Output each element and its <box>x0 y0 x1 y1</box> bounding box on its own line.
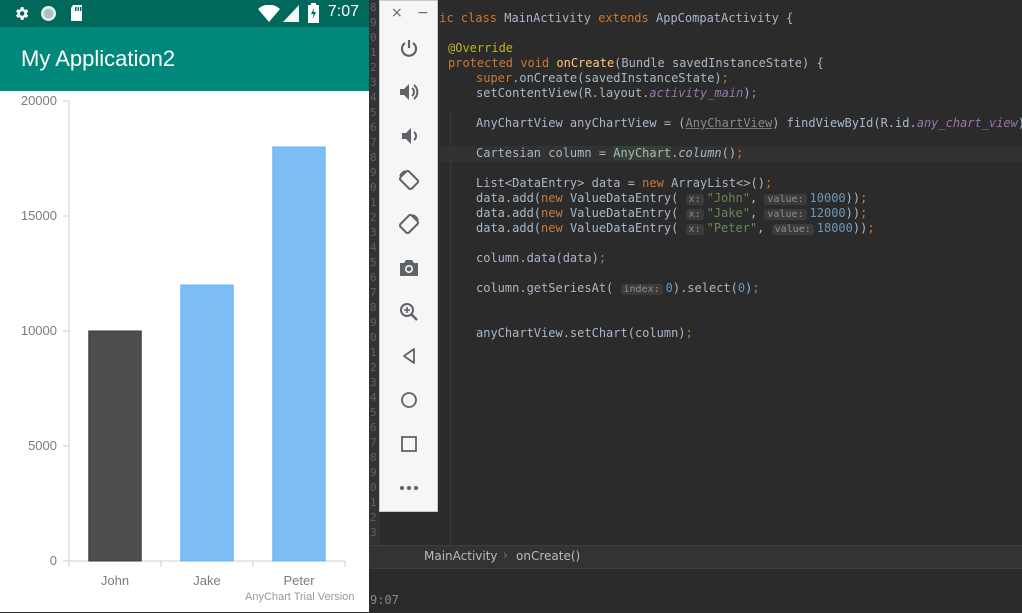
emulator-screen[interactable]: 7:07 My Application2 0 5000 10000 15000 2000… <box>0 0 369 612</box>
y-tick-label: 15000 <box>21 208 57 223</box>
log-timestamp: 9:07 <box>370 593 399 607</box>
emulator-toolbar: × − <box>379 0 438 512</box>
trial-watermark: AnyChart Trial Version <box>245 591 355 603</box>
app-bar: My Application2 <box>0 27 369 91</box>
home-button[interactable] <box>380 385 437 415</box>
zoom-button[interactable] <box>380 297 437 327</box>
app-title: My Application2 <box>21 46 176 71</box>
x-tick-label: John <box>101 573 129 588</box>
sd-card-icon <box>71 5 82 21</box>
code-line-data-add: data.add(new ValueDataEntry( x: "John", v… <box>476 191 868 205</box>
power-icon <box>400 40 417 57</box>
code-text[interactable]: lic class MainActivity extends AppCompat… <box>432 11 1022 340</box>
y-tick-label: 0 <box>50 553 57 568</box>
code-line-column-data: column.data(data); <box>476 251 607 265</box>
overview-icon <box>400 436 417 452</box>
volume-down-button[interactable] <box>380 121 437 151</box>
sync-circle-icon <box>41 6 56 21</box>
code-line-class: lic class MainActivity extends AppCompat… <box>432 11 794 25</box>
lower-panel: 9:07 <box>368 568 1022 613</box>
wifi-icon <box>258 5 280 22</box>
y-tick-label: 20000 <box>21 93 57 108</box>
y-tick-label: 5000 <box>28 438 57 453</box>
bar-peter[interactable] <box>272 146 326 562</box>
more-button[interactable] <box>380 473 437 503</box>
bar-john[interactable] <box>88 330 142 562</box>
more-icon <box>399 486 418 490</box>
code-line-list: List<DataEntry> data = new ArrayList<>()… <box>476 176 773 190</box>
code-line-setchart: anyChartView.setChart(column); <box>476 326 693 340</box>
back-button[interactable] <box>380 341 437 371</box>
code-line-data-add: data.add(new ValueDataEntry( x: "Jake", v… <box>476 206 868 220</box>
breadcrumb-separator-icon: › <box>503 548 508 562</box>
bar-jake[interactable] <box>180 284 234 562</box>
breadcrumb-class[interactable]: MainActivity <box>424 549 498 563</box>
overview-button[interactable] <box>380 429 437 459</box>
column-chart[interactable]: 0 5000 10000 15000 20000 John Jake Peter <box>0 91 369 612</box>
settings-icon <box>16 7 29 20</box>
back-icon <box>402 348 415 364</box>
volume-up-icon <box>399 84 418 100</box>
volume-up-button[interactable] <box>380 77 437 107</box>
code-line-findview: AnyChartView anyChartView = (AnyChartVie… <box>476 116 1022 130</box>
rotate-right-icon <box>398 213 419 235</box>
any-chart-view[interactable]: 0 5000 10000 15000 20000 John Jake Peter AnyCha… <box>0 91 369 612</box>
screenshot-button[interactable] <box>380 253 437 283</box>
rotate-right-button[interactable] <box>380 209 437 239</box>
breadcrumb-method[interactable]: onCreate() <box>516 549 580 563</box>
minimize-button[interactable]: − <box>417 5 429 21</box>
status-time: 7:07 <box>327 3 359 20</box>
line-number: 2 <box>370 511 377 524</box>
x-tick-label: Peter <box>283 573 315 588</box>
status-bar: 7:07 <box>0 0 369 27</box>
zoom-icon <box>399 303 418 321</box>
x-tick-label: Jake <box>193 573 220 588</box>
code-line-cartesian: Cartesian column = AnyChart.column(); <box>476 146 744 160</box>
rotate-left-button[interactable] <box>380 165 437 195</box>
close-button[interactable]: × <box>391 5 403 21</box>
power-button[interactable] <box>380 33 437 63</box>
code-line-setcontentview: setContentView(R.layout.activity_main); <box>476 86 758 100</box>
code-line-oncreate: protected void onCreate(Bundle savedInst… <box>448 56 824 70</box>
line-number: 3 <box>370 526 377 539</box>
signal-icon <box>283 5 299 22</box>
breadcrumb: MainActivity › onCreate() <box>368 545 1022 568</box>
y-tick-label: 10000 <box>21 323 57 338</box>
camera-icon <box>399 260 418 276</box>
code-line-select: column.getSeriesAt( index: 0).select(0); <box>476 281 760 295</box>
volume-down-icon <box>401 128 417 144</box>
code-line-super: super.onCreate(savedInstanceState); <box>476 71 729 85</box>
home-icon <box>400 392 417 408</box>
code-line-override: @Override <box>448 41 514 55</box>
code-line-data-add: data.add(new ValueDataEntry( x: "Peter", … <box>476 221 875 235</box>
rotate-left-icon <box>398 169 419 191</box>
battery-icon <box>308 3 319 23</box>
